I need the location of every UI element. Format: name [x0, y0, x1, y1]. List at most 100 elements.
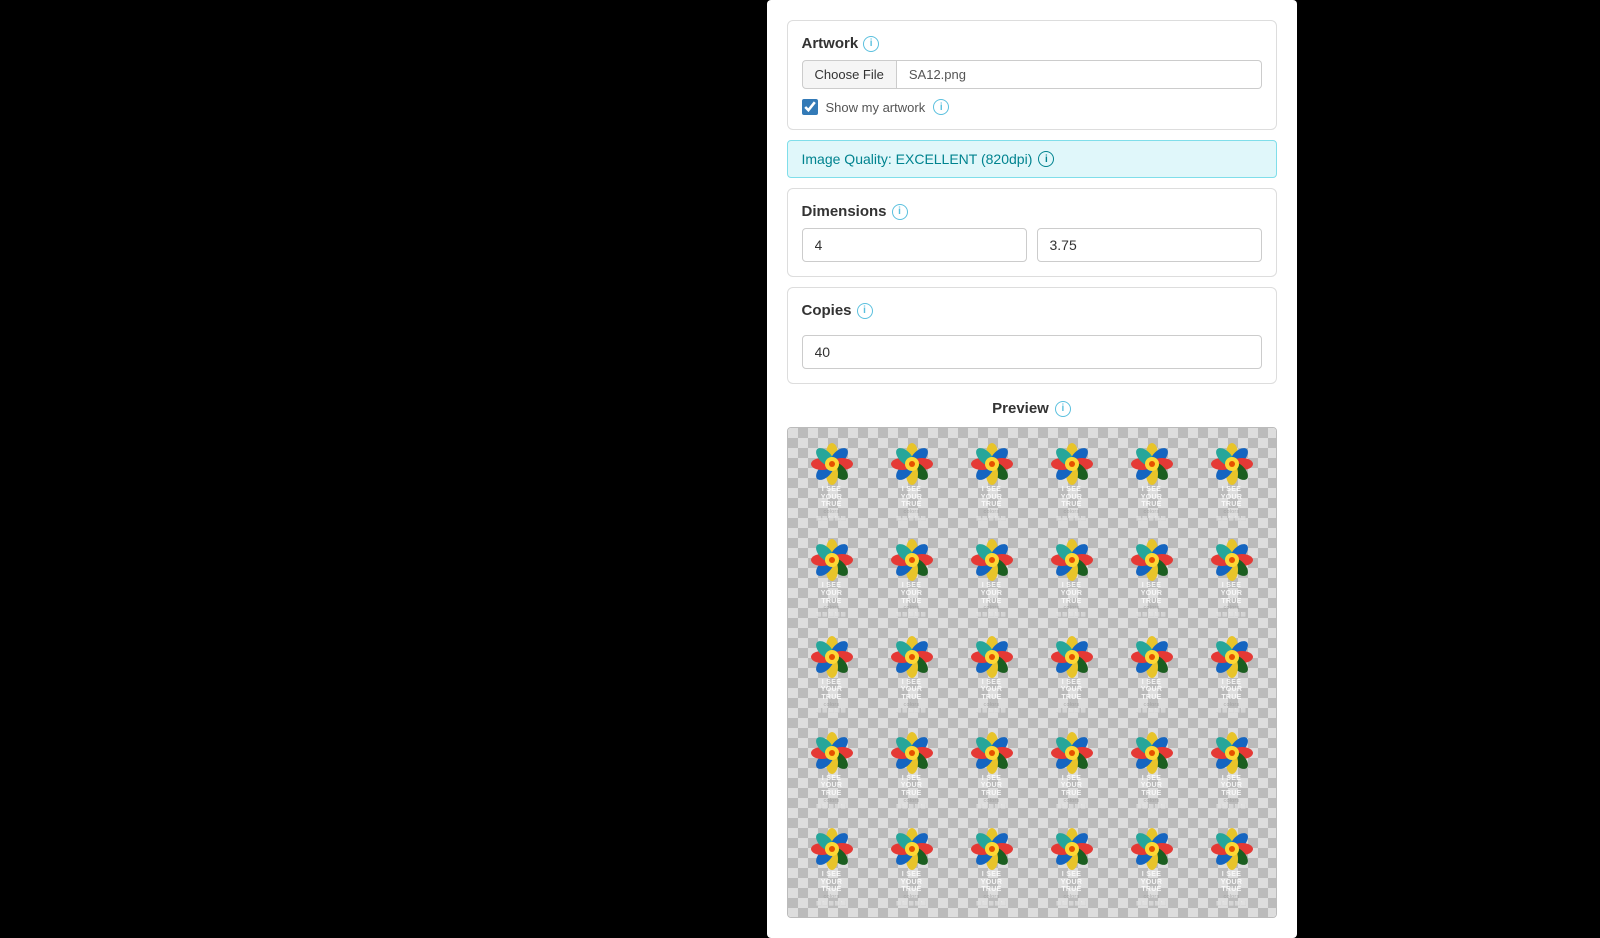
sticker-tile: I SEEYOURTRUE colors⬜⬜⬜⬜⬜: [1032, 817, 1112, 913]
flower-icon: [886, 438, 938, 490]
sticker-text: I SEEYOURTRUE: [901, 775, 922, 798]
sticker-subtext: colors⬜⬜⬜⬜⬜: [1136, 894, 1167, 907]
flower-icon: [1126, 631, 1178, 683]
height-input[interactable]: [1037, 228, 1262, 262]
main-panel: Artwork i Choose File SA12.png Show my a…: [767, 0, 1297, 938]
copies-info-icon[interactable]: i: [857, 303, 873, 319]
sticker-subtext: colors⬜⬜⬜⬜⬜: [1216, 605, 1247, 618]
sticker-subtext: colors⬜⬜⬜⬜⬜: [1056, 798, 1087, 811]
sticker-text: I SEEYOURTRUE: [821, 486, 842, 509]
flower-icon: [966, 727, 1018, 779]
width-input[interactable]: [802, 228, 1027, 262]
sticker-tile: I SEEYOURTRUE colors⬜⬜⬜⬜⬜: [1032, 625, 1112, 721]
sticker-subtext: colors⬜⬜⬜⬜⬜: [1136, 798, 1167, 811]
sticker-tile: I SEEYOURTRUE colors⬜⬜⬜⬜⬜: [952, 817, 1032, 913]
sticker-text: I SEEYOURTRUE: [1141, 679, 1162, 702]
sticker-text: I SEEYOURTRUE: [901, 871, 922, 894]
sticker-tile: I SEEYOURTRUE colors⬜⬜⬜⬜⬜: [872, 625, 952, 721]
sticker-tile: I SEEYOURTRUE colors⬜⬜⬜⬜⬜: [1112, 432, 1192, 528]
sticker-tile: I SEEYOURTRUE colors⬜⬜⬜⬜⬜: [952, 528, 1032, 624]
sticker-subtext: colors⬜⬜⬜⬜⬜: [896, 509, 927, 522]
sticker-tile: I SEEYOURTRUE colors⬜⬜⬜⬜⬜: [952, 432, 1032, 528]
dimensions-info-icon[interactable]: i: [892, 204, 908, 220]
flower-icon: [1046, 534, 1098, 586]
sticker-subtext: colors⬜⬜⬜⬜⬜: [976, 894, 1007, 907]
sticker-tile: I SEEYOURTRUE colors⬜⬜⬜⬜⬜: [952, 625, 1032, 721]
sticker-tile: I SEEYOURTRUE colors⬜⬜⬜⬜⬜: [1112, 528, 1192, 624]
copies-section: Copies i: [787, 287, 1277, 384]
sticker-text: I SEEYOURTRUE: [901, 582, 922, 605]
sticker-subtext: colors⬜⬜⬜⬜⬜: [976, 509, 1007, 522]
flower-icon: [1046, 823, 1098, 875]
sticker-text: I SEEYOURTRUE: [981, 679, 1002, 702]
sticker-tile: I SEEYOURTRUE colors⬜⬜⬜⬜⬜: [1112, 817, 1192, 913]
copies-input[interactable]: [802, 335, 1262, 369]
sticker-subtext: colors⬜⬜⬜⬜⬜: [816, 798, 847, 811]
sticker-tile: I SEEYOURTRUE colors⬜⬜⬜⬜⬜: [1112, 721, 1192, 817]
sticker-subtext: colors⬜⬜⬜⬜⬜: [1216, 894, 1247, 907]
sticker-subtext: colors⬜⬜⬜⬜⬜: [1216, 509, 1247, 522]
sticker-subtext: colors⬜⬜⬜⬜⬜: [1056, 702, 1087, 715]
sticker-text: I SEEYOURTRUE: [1141, 582, 1162, 605]
sticker-text: I SEEYOURTRUE: [821, 582, 842, 605]
copies-title: Copies: [802, 302, 852, 319]
sticker-text: I SEEYOURTRUE: [1061, 582, 1082, 605]
sticker-text: I SEEYOURTRUE: [1141, 775, 1162, 798]
image-quality-bar: Image Quality: EXCELLENT (820dpi) i: [787, 140, 1277, 178]
sticker-subtext: colors⬜⬜⬜⬜⬜: [1136, 605, 1167, 618]
flower-icon: [1046, 631, 1098, 683]
sticker-subtext: colors⬜⬜⬜⬜⬜: [816, 894, 847, 907]
sticker-subtext: colors⬜⬜⬜⬜⬜: [896, 798, 927, 811]
preview-grid: I SEEYOURTRUE colors⬜⬜⬜⬜⬜ I SEEYOURTRUE …: [788, 428, 1276, 917]
sticker-text: I SEEYOURTRUE: [981, 486, 1002, 509]
sticker-subtext: colors⬜⬜⬜⬜⬜: [976, 605, 1007, 618]
sticker-tile: I SEEYOURTRUE colors⬜⬜⬜⬜⬜: [872, 432, 952, 528]
image-quality-text: Image Quality: EXCELLENT (820dpi): [802, 151, 1033, 167]
sticker-tile: I SEEYOURTRUE colors⬜⬜⬜⬜⬜: [792, 817, 872, 913]
sticker-subtext: colors⬜⬜⬜⬜⬜: [816, 702, 847, 715]
show-artwork-info-icon[interactable]: i: [933, 99, 949, 115]
copies-label: Copies i: [802, 302, 1262, 319]
choose-file-button[interactable]: Choose File: [802, 60, 897, 89]
sticker-text: I SEEYOURTRUE: [1221, 871, 1242, 894]
flower-icon: [1206, 438, 1258, 490]
sticker-tile: I SEEYOURTRUE colors⬜⬜⬜⬜⬜: [1192, 817, 1272, 913]
sticker-text: I SEEYOURTRUE: [901, 486, 922, 509]
sticker-text: I SEEYOURTRUE: [981, 582, 1002, 605]
sticker-tile: I SEEYOURTRUE colors⬜⬜⬜⬜⬜: [792, 625, 872, 721]
flower-icon: [806, 631, 858, 683]
flower-icon: [1206, 727, 1258, 779]
flower-icon: [1126, 727, 1178, 779]
sticker-text: I SEEYOURTRUE: [1221, 582, 1242, 605]
flower-icon: [966, 823, 1018, 875]
preview-title: Preview: [992, 400, 1049, 417]
preview-info-icon[interactable]: i: [1055, 401, 1071, 417]
flower-icon: [806, 438, 858, 490]
file-input-row: Choose File SA12.png: [802, 60, 1262, 89]
sticker-tile: I SEEYOURTRUE colors⬜⬜⬜⬜⬜: [1032, 528, 1112, 624]
sticker-subtext: colors⬜⬜⬜⬜⬜: [816, 509, 847, 522]
flower-icon: [966, 631, 1018, 683]
flower-icon: [966, 438, 1018, 490]
preview-label: Preview i: [787, 400, 1277, 417]
flower-icon: [966, 534, 1018, 586]
image-quality-info-icon[interactable]: i: [1038, 151, 1054, 167]
sticker-text: I SEEYOURTRUE: [1061, 775, 1082, 798]
sticker-tile: I SEEYOURTRUE colors⬜⬜⬜⬜⬜: [1192, 721, 1272, 817]
show-artwork-checkbox[interactable]: [802, 99, 818, 115]
sticker-text: I SEEYOURTRUE: [981, 775, 1002, 798]
sticker-subtext: colors⬜⬜⬜⬜⬜: [1056, 894, 1087, 907]
flower-icon: [1206, 534, 1258, 586]
sticker-tile: I SEEYOURTRUE colors⬜⬜⬜⬜⬜: [792, 721, 872, 817]
sticker-tile: I SEEYOURTRUE colors⬜⬜⬜⬜⬜: [1112, 625, 1192, 721]
flower-icon: [1206, 823, 1258, 875]
sticker-tile: I SEEYOURTRUE colors⬜⬜⬜⬜⬜: [1032, 432, 1112, 528]
sticker-text: I SEEYOURTRUE: [1061, 679, 1082, 702]
sticker-text: I SEEYOURTRUE: [1221, 679, 1242, 702]
sticker-subtext: colors⬜⬜⬜⬜⬜: [816, 605, 847, 618]
flower-icon: [886, 631, 938, 683]
sticker-subtext: colors⬜⬜⬜⬜⬜: [976, 702, 1007, 715]
sticker-text: I SEEYOURTRUE: [1141, 871, 1162, 894]
artwork-info-icon[interactable]: i: [863, 36, 879, 52]
sticker-text: I SEEYOURTRUE: [1061, 871, 1082, 894]
